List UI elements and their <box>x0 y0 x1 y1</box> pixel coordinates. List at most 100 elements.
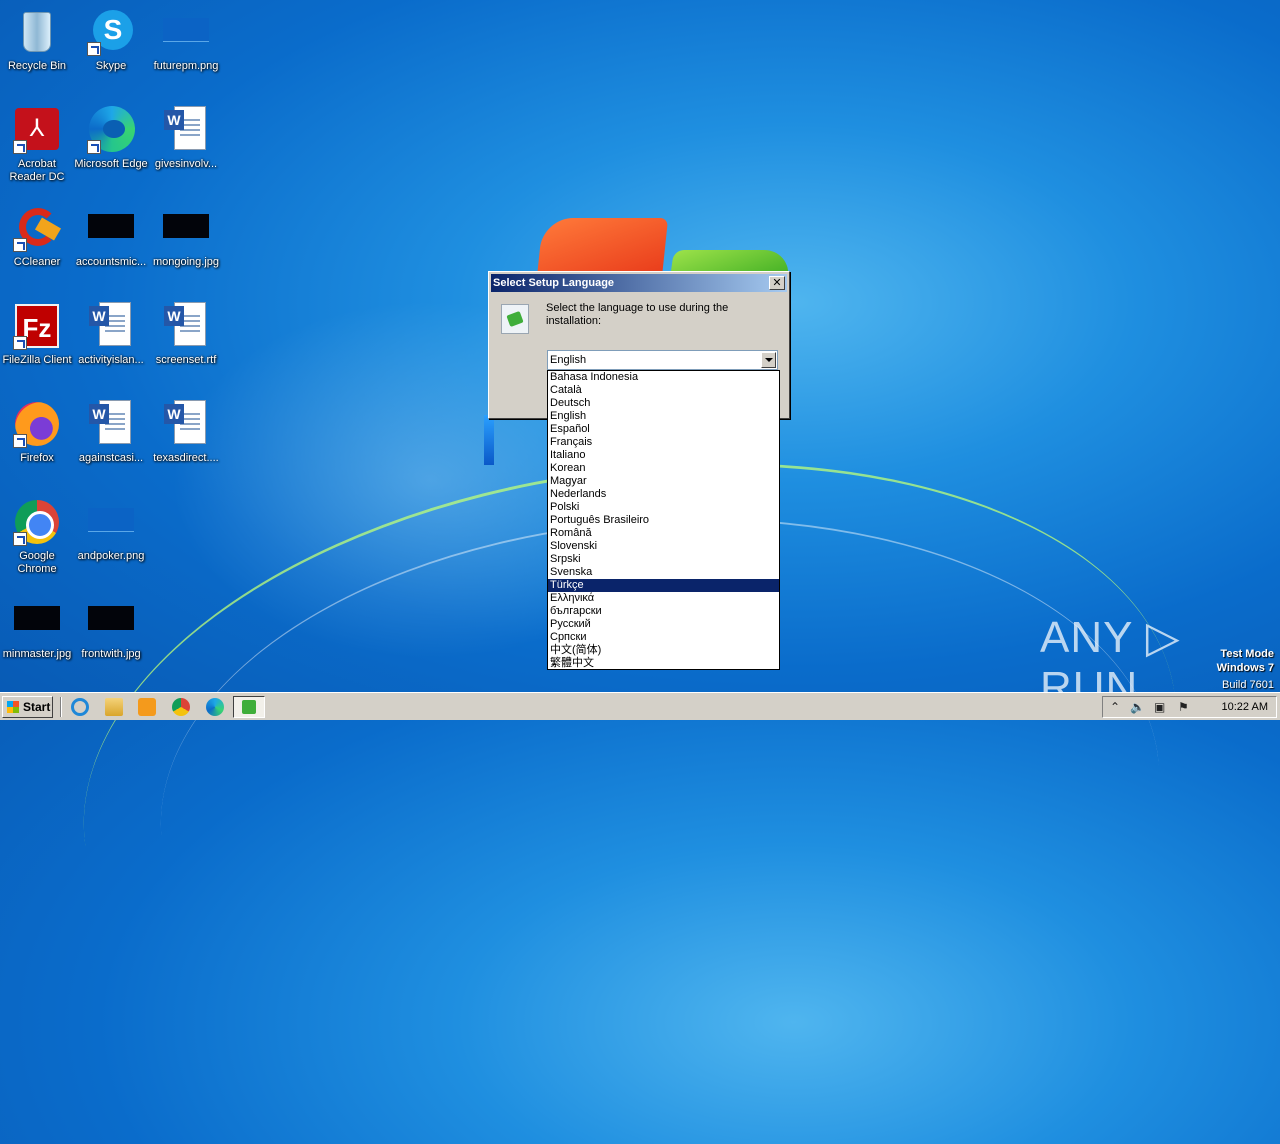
language-select[interactable]: English <box>547 350 778 370</box>
desktop-icon-label: mongoing.jpg <box>152 256 220 268</box>
close-button[interactable]: ✕ <box>769 276 785 290</box>
desktop-icon-skype[interactable]: S Skype <box>74 8 148 73</box>
desktop-icon-minmaster[interactable]: minmaster.jpg <box>0 596 74 661</box>
shortcut-arrow-icon <box>13 434 27 448</box>
language-option[interactable]: 繁體中文 <box>548 657 779 670</box>
desktop-icon-label: Skype <box>95 60 127 72</box>
close-icon: ✕ <box>772 277 782 289</box>
speaker-icon[interactable]: 🔈 <box>1130 700 1145 714</box>
show-hidden-icons-chevron[interactable]: ⌃ <box>1110 700 1120 714</box>
desktop-icon-edge[interactable]: Microsoft Edge <box>74 106 148 171</box>
os-name-label: Windows 7 <box>1216 662 1274 674</box>
desktop-icon-label: activityislan... <box>78 354 144 366</box>
language-prompt: Select the language to use during the in… <box>546 302 729 327</box>
system-tray: ⌃ 🔈 ▣ ⚑ 10:22 AM <box>1102 696 1277 718</box>
desktop-icon-label: Acrobat Reader DC <box>9 158 65 183</box>
edge-icon[interactable] <box>206 698 224 716</box>
desktop-icon-andpoker[interactable]: andpoker.png <box>74 498 148 563</box>
desktop-icon-againstcasi[interactable]: W againstcasi... <box>74 400 148 465</box>
language-option[interactable]: Magyar <box>548 475 779 488</box>
desktop-icon-label: futurepm.png <box>153 60 219 72</box>
language-option[interactable]: English <box>548 410 779 423</box>
language-option-highlighted[interactable]: Türkçe <box>548 579 779 592</box>
desktop-icon-label: frontwith.jpg <box>81 648 141 660</box>
desktop-icon-ccleaner[interactable]: CCleaner <box>0 204 74 269</box>
language-option[interactable]: Español <box>548 423 779 436</box>
language-option[interactable]: български <box>548 605 779 618</box>
language-option[interactable]: Català <box>548 384 779 397</box>
word-badge-icon: W <box>89 306 109 326</box>
language-option[interactable]: Deutsch <box>548 397 779 410</box>
desktop-icon-firefox[interactable]: Firefox <box>0 400 74 465</box>
dialog-title: Select Setup Language <box>493 277 615 289</box>
word-badge-icon: W <box>164 404 184 424</box>
media-player-icon[interactable] <box>138 698 156 716</box>
windows-logo-blue-pane <box>484 415 494 465</box>
desktop-icon-label: Firefox <box>20 452 54 464</box>
build-label: Build 7601 <box>1222 679 1274 691</box>
language-option[interactable]: 中文(简体) <box>548 644 779 657</box>
desktop-icon-mongoing[interactable]: mongoing.jpg <box>149 204 223 269</box>
language-option[interactable]: Srpski <box>548 553 779 566</box>
setup-task-icon[interactable] <box>233 696 265 718</box>
desktop-icon-recycle-bin[interactable]: Recycle Bin <box>0 8 74 73</box>
desktop-icon-label: CCleaner <box>13 256 61 268</box>
desktop-icon-frontwith[interactable]: frontwith.jpg <box>74 596 148 661</box>
language-dropdown-list: Bahasa Indonesia Català Deutsch English … <box>547 370 780 670</box>
language-option[interactable]: Svenska <box>548 566 779 579</box>
setup-icon <box>501 304 529 334</box>
network-icon[interactable]: ▣ <box>1154 700 1165 714</box>
dialog-titlebar[interactable]: Select Setup Language ✕ <box>491 274 787 292</box>
language-option[interactable]: Polski <box>548 501 779 514</box>
language-option[interactable]: Română <box>548 527 779 540</box>
start-button[interactable]: Start <box>2 696 53 718</box>
language-select-value: English <box>550 354 587 366</box>
clock[interactable]: 10:22 AM <box>1222 701 1268 713</box>
explorer-folder-icon[interactable] <box>105 698 123 716</box>
desktop-icon-givesinvolv[interactable]: W givesinvolv... <box>149 106 223 171</box>
word-badge-icon: W <box>164 306 184 326</box>
desktop-icon-futurepm[interactable]: futurepm.png <box>149 8 223 73</box>
image-thumbnail-icon <box>14 606 60 630</box>
shortcut-arrow-icon <box>13 336 27 350</box>
desktop-icon-label: againstcasi... <box>78 452 144 464</box>
language-option[interactable]: Русский <box>548 618 779 631</box>
desktop-icon-accountsmic[interactable]: accountsmic... <box>74 204 148 269</box>
recycle-bin-icon <box>23 12 51 52</box>
language-option[interactable]: Српски <box>548 631 779 644</box>
desktop-icon-label: andpoker.png <box>77 550 145 562</box>
language-option[interactable]: Korean <box>548 462 779 475</box>
language-option[interactable]: Ελληνικά <box>548 592 779 605</box>
chrome-icon[interactable] <box>172 698 190 716</box>
language-option[interactable]: Slovenski <box>548 540 779 553</box>
word-badge-icon: W <box>164 110 184 130</box>
desktop-icon-label: screenset.rtf <box>155 354 217 366</box>
png-thumbnail-icon <box>88 508 134 532</box>
desktop-icon-label: accountsmic... <box>75 256 147 268</box>
language-option[interactable]: Nederlands <box>548 488 779 501</box>
png-thumbnail-icon <box>163 18 209 42</box>
desktop-icon-filezilla[interactable]: Fz FileZilla Client <box>0 302 74 367</box>
language-option[interactable]: Português Brasileiro <box>548 514 779 527</box>
desktop-icon-texasdirect[interactable]: W texasdirect.... <box>149 400 223 465</box>
language-option[interactable]: Français <box>548 436 779 449</box>
desktop-icon-activityislan[interactable]: W activityislan... <box>74 302 148 367</box>
chevron-down-icon[interactable] <box>761 352 776 368</box>
desktop-icon-acrobat[interactable]: ⅄ Acrobat Reader DC <box>0 106 74 184</box>
word-badge-icon: W <box>89 404 109 424</box>
internet-explorer-icon[interactable] <box>71 698 89 716</box>
language-option[interactable]: Bahasa Indonesia <box>548 371 779 384</box>
image-thumbnail-icon <box>88 606 134 630</box>
windows-logo-red-pane <box>536 218 669 278</box>
desktop-icon-chrome[interactable]: Google Chrome <box>0 498 74 576</box>
desktop-icon-screenset[interactable]: W screenset.rtf <box>149 302 223 367</box>
action-center-flag-icon[interactable]: ⚑ <box>1178 700 1189 714</box>
desktop-icon-label: Recycle Bin <box>7 60 67 72</box>
taskbar: Start ⌃ 🔈 ▣ ⚑ 10:22 AM <box>0 692 1280 720</box>
taskbar-separator <box>60 697 62 717</box>
shortcut-arrow-icon <box>13 532 27 546</box>
language-option[interactable]: Italiano <box>548 449 779 462</box>
test-mode-label: Test Mode <box>1220 648 1274 660</box>
desktop-icon-label: texasdirect.... <box>153 452 219 464</box>
desktop-icon-label: Microsoft Edge <box>74 158 148 170</box>
